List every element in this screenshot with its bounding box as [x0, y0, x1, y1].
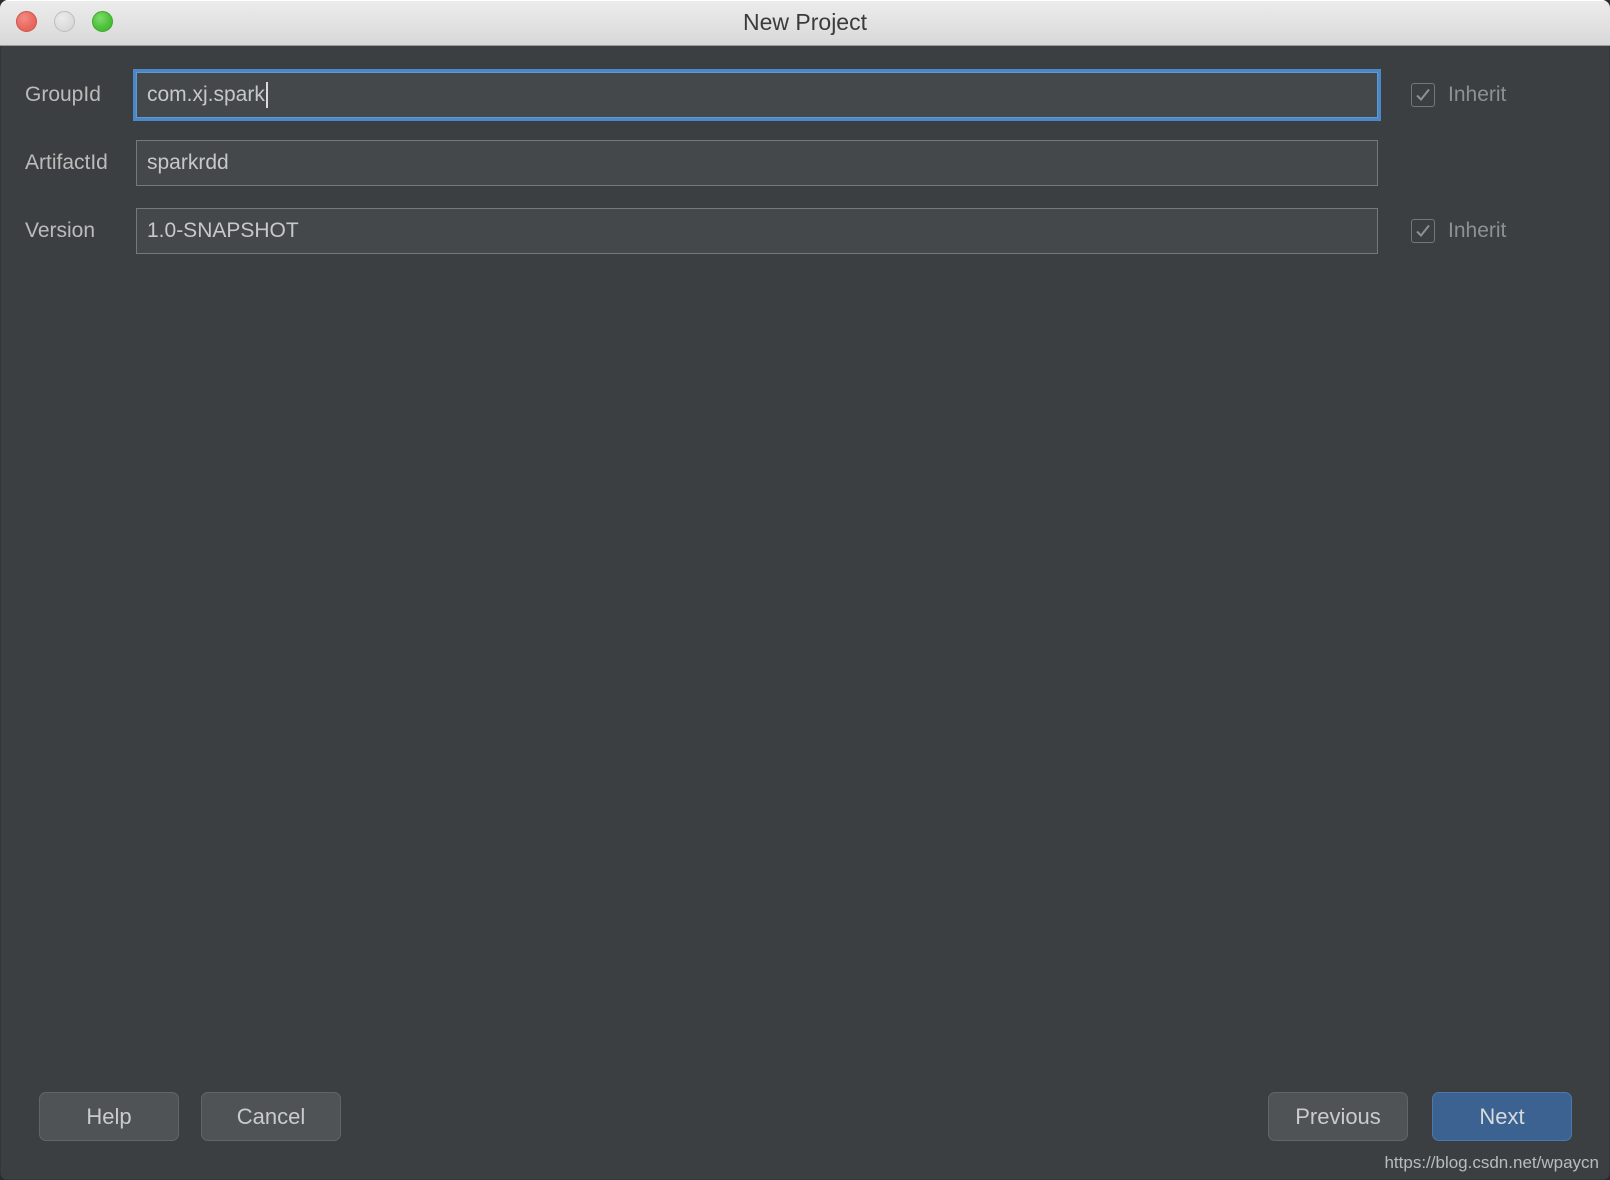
groupid-input-wrap: com.xj.spark — [136, 72, 1378, 118]
groupid-inherit-label: Inherit — [1448, 83, 1507, 106]
footer-right-buttons: Previous Next — [1268, 1092, 1572, 1141]
next-button[interactable]: Next — [1432, 1092, 1572, 1141]
title-bar: New Project — [0, 0, 1610, 46]
artifactid-input-value: sparkrdd — [147, 151, 229, 174]
artifactid-input[interactable]: sparkrdd — [136, 140, 1378, 186]
checkbox-icon[interactable] — [1411, 219, 1435, 243]
version-input[interactable]: 1.0-SNAPSHOT — [136, 208, 1378, 254]
footer-left-buttons: Help Cancel — [39, 1092, 341, 1141]
form-row-version: Version 1.0-SNAPSHOT Inherit — [1, 197, 1609, 265]
groupid-input-value: com.xj.spark — [147, 83, 265, 106]
artifactid-label: ArtifactId — [25, 151, 108, 174]
version-inherit-checkbox-group[interactable]: Inherit — [1411, 219, 1506, 243]
watermark-text: https://blog.csdn.net/wpaycn — [1384, 1153, 1599, 1172]
version-input-wrap: 1.0-SNAPSHOT — [136, 208, 1378, 254]
text-caret — [265, 82, 268, 108]
previous-button[interactable]: Previous — [1268, 1092, 1408, 1141]
form-row-artifactid: ArtifactId sparkrdd — [1, 129, 1609, 197]
groupid-input[interactable]: com.xj.spark — [136, 72, 1378, 118]
version-inherit-label: Inherit — [1448, 219, 1507, 242]
window-title: New Project — [743, 9, 867, 35]
groupid-label: GroupId — [25, 83, 101, 106]
check-icon — [1416, 88, 1430, 101]
help-button[interactable]: Help — [39, 1092, 179, 1141]
groupid-inherit-checkbox-group[interactable]: Inherit — [1411, 83, 1506, 107]
new-project-dialog: New Project GroupId com.xj.spark Inherit… — [0, 0, 1610, 1180]
maven-coordinates-form: GroupId com.xj.spark Inherit ArtifactId … — [1, 61, 1609, 265]
dialog-content: GroupId com.xj.spark Inherit ArtifactId … — [0, 46, 1610, 1180]
check-icon — [1416, 224, 1430, 237]
cancel-button[interactable]: Cancel — [201, 1092, 341, 1141]
artifactid-input-wrap: sparkrdd — [136, 140, 1378, 186]
version-label: Version — [25, 219, 96, 242]
form-row-groupid: GroupId com.xj.spark Inherit — [1, 61, 1609, 129]
checkbox-icon[interactable] — [1411, 83, 1435, 107]
version-input-value: 1.0-SNAPSHOT — [147, 219, 299, 242]
